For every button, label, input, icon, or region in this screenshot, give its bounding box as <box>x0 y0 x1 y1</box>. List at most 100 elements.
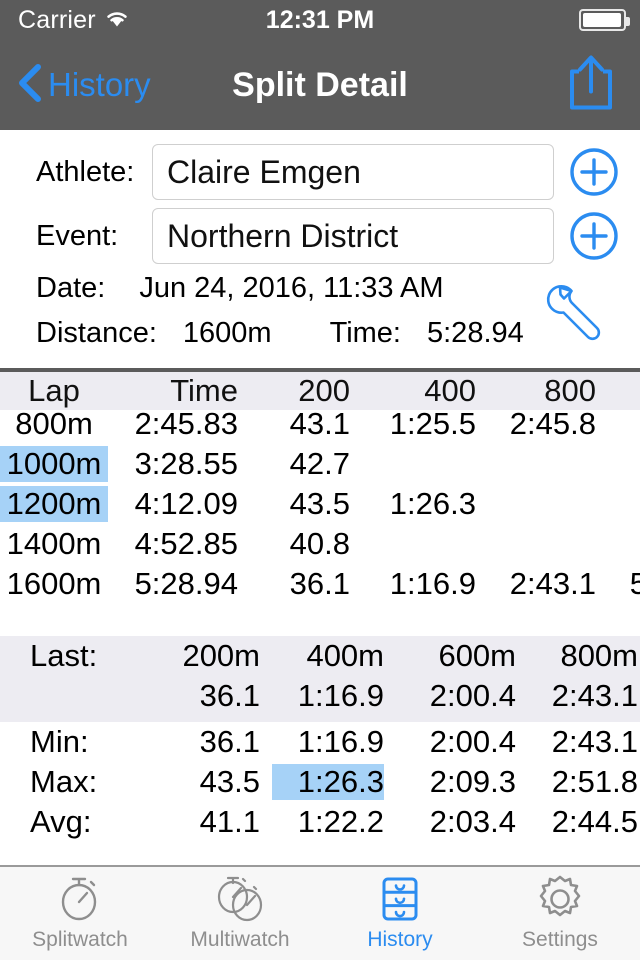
add-event-button[interactable] <box>568 210 620 262</box>
share-icon <box>566 55 616 116</box>
lap-cell-800: 2:45.8 <box>509 410 596 441</box>
last-value-2: 2:00.4 <box>429 678 516 713</box>
lap-cell-200: 36.1 <box>289 566 350 601</box>
lap-cell-time: 3:28.55 <box>134 446 238 481</box>
tab-splitwatch[interactable]: Splitwatch <box>0 867 160 952</box>
max-value-1[interactable]: 1:26.3 <box>272 764 384 800</box>
table-row[interactable]: 1600m 5:28.94 36.1 1:16.9 2:43.1 5:28.9 <box>0 564 640 602</box>
lap-header-lap: Lap <box>28 373 80 408</box>
distance-value: 1600m <box>182 317 272 349</box>
summary-dist-header-2: 600m <box>438 638 516 673</box>
app-root: Carrier 12:31 PM History Split Detail At… <box>0 0 640 960</box>
tab-settings-label: Settings <box>522 928 598 951</box>
lap-cell-distance: 1600m <box>6 566 102 601</box>
lap-cell-200: 42.7 <box>289 446 350 481</box>
avg-value-3: 2:44.5 <box>551 804 638 839</box>
min-value-1: 1:16.9 <box>297 724 384 759</box>
chevron-left-icon <box>16 61 44 110</box>
min-value-2: 2:00.4 <box>429 724 516 759</box>
battery-icon <box>579 9 630 31</box>
lap-cell-200: 40.8 <box>289 526 350 561</box>
tab-history-label: History <box>367 928 433 951</box>
lap-cell-200: 43.5 <box>289 486 350 521</box>
lap-header-200: 200 <box>298 373 350 408</box>
wifi-icon <box>104 8 130 33</box>
settings-wrench-button[interactable] <box>546 282 608 349</box>
athlete-label: Athlete: <box>36 155 135 188</box>
lap-table-body[interactable]: 800m 2:45.83 43.1 1:25.5 2:45.8 1000m 3:28.55 4… <box>0 410 640 602</box>
lap-cell-400: 1:25.5 <box>389 410 476 441</box>
distance-label: Distance: <box>36 317 157 349</box>
back-button-label: History <box>48 66 151 103</box>
file-cabinet-icon <box>375 873 425 925</box>
plus-circle-icon <box>568 212 620 266</box>
min-value-3: 2:43.1 <box>551 724 638 759</box>
tab-multiwatch[interactable]: Multiwatch <box>160 867 320 952</box>
time-value: 5:28.94 <box>427 317 524 349</box>
lap-header-800: 800 <box>544 373 596 408</box>
event-label: Event: <box>36 219 119 252</box>
event-row: Event: Northern District <box>0 204 640 268</box>
table-row[interactable]: 1000m 3:28.55 42.7 <box>0 444 640 484</box>
table-row[interactable]: 1200m 4:12.09 43.5 1:26.3 <box>0 484 640 524</box>
status-bar-left: Carrier <box>0 6 130 35</box>
lap-header-400: 400 <box>424 373 476 408</box>
last-label: Last: <box>30 638 98 673</box>
summary-gap <box>0 602 640 636</box>
max-value-3: 2:51.8 <box>551 764 638 799</box>
summary-dist-header-1: 400m <box>306 638 384 673</box>
avg-value-1: 1:22.2 <box>297 804 384 839</box>
last-value-3: 2:43.1 <box>551 678 638 713</box>
tab-splitwatch-label: Splitwatch <box>32 928 128 951</box>
add-athlete-button[interactable] <box>568 146 620 198</box>
gear-icon <box>534 873 586 925</box>
status-bar: Carrier 12:31 PM <box>0 0 640 40</box>
summary-header-block: Last: 200m 400m 600m 800m 1000m 36.1 1:1… <box>0 636 640 722</box>
min-label: Min: <box>30 724 89 759</box>
lap-header-time: Time <box>170 373 238 408</box>
summary-dist-header-0: 200m <box>182 638 260 673</box>
summary-min-row: Min: 36.1 1:16.9 2:00.4 2:43.1 3:26.2 <box>0 722 640 762</box>
tab-settings[interactable]: Settings <box>480 867 640 952</box>
detail-form: Athlete: Claire Emgen Event: Northern Di… <box>0 130 640 368</box>
table-row[interactable]: 800m 2:45.83 43.1 1:25.5 2:45.8 <box>0 410 640 444</box>
date-value: Jun 24, 2016, 11:33 AM <box>139 272 444 304</box>
wrench-icon <box>546 284 608 348</box>
event-field[interactable]: Northern District <box>152 208 554 264</box>
status-bar-right <box>579 9 630 31</box>
time-label: Time: <box>329 317 401 349</box>
max-label: Max: <box>30 764 98 799</box>
lap-cell-time: 4:52.85 <box>134 526 238 561</box>
avg-label: Avg: <box>30 804 92 839</box>
athlete-row: Athlete: Claire Emgen <box>0 140 640 204</box>
lap-cell-distance: 1400m <box>6 526 102 561</box>
tab-history[interactable]: History <box>320 867 480 952</box>
lap-cell-800: 2:43.1 <box>509 566 596 601</box>
lap-cell-200: 43.1 <box>289 410 350 441</box>
share-button[interactable] <box>566 54 616 117</box>
date-label: Date: <box>36 272 106 304</box>
lap-cell-distance: 800m <box>15 410 93 441</box>
lap-cell-time: 5:28.94 <box>134 566 238 601</box>
stopwatch-icon <box>55 873 105 925</box>
athlete-field[interactable]: Claire Emgen <box>152 144 554 200</box>
max-value-2: 2:09.3 <box>429 764 516 799</box>
summary-avg-row: Avg: 41.1 1:22.2 2:03.4 2:44.5 3:25.6 <box>0 802 640 842</box>
back-button[interactable]: History <box>0 61 151 110</box>
summary-distance-header-row: Last: 200m 400m 600m 800m 1000m <box>0 636 640 676</box>
carrier-label: Carrier <box>18 5 96 34</box>
lap-cell-time: 4:12.09 <box>134 486 238 521</box>
last-value-0: 36.1 <box>199 678 260 713</box>
lap-table-header: Lap Time 200 400 800 1600 <box>0 372 640 410</box>
lap-cell-time: 2:45.83 <box>134 410 238 441</box>
lap-cell-distance[interactable]: 1200m <box>0 486 108 522</box>
plus-circle-icon <box>568 148 620 202</box>
min-value-0: 36.1 <box>199 724 260 759</box>
summary-last-row: 36.1 1:16.9 2:00.4 2:43.1 3:26.2 <box>0 676 640 716</box>
summary-max-row: Max: 43.5 1:26.3 2:09.3 2:51.8 3:32.7 <box>0 762 640 802</box>
summary-dist-header-3: 800m <box>560 638 638 673</box>
table-row[interactable]: 1400m 4:52.85 40.8 <box>0 524 640 564</box>
lap-cell-distance[interactable]: 1000m <box>0 446 108 482</box>
max-value-0: 43.5 <box>199 764 260 799</box>
navigation-bar: History Split Detail <box>0 40 640 130</box>
